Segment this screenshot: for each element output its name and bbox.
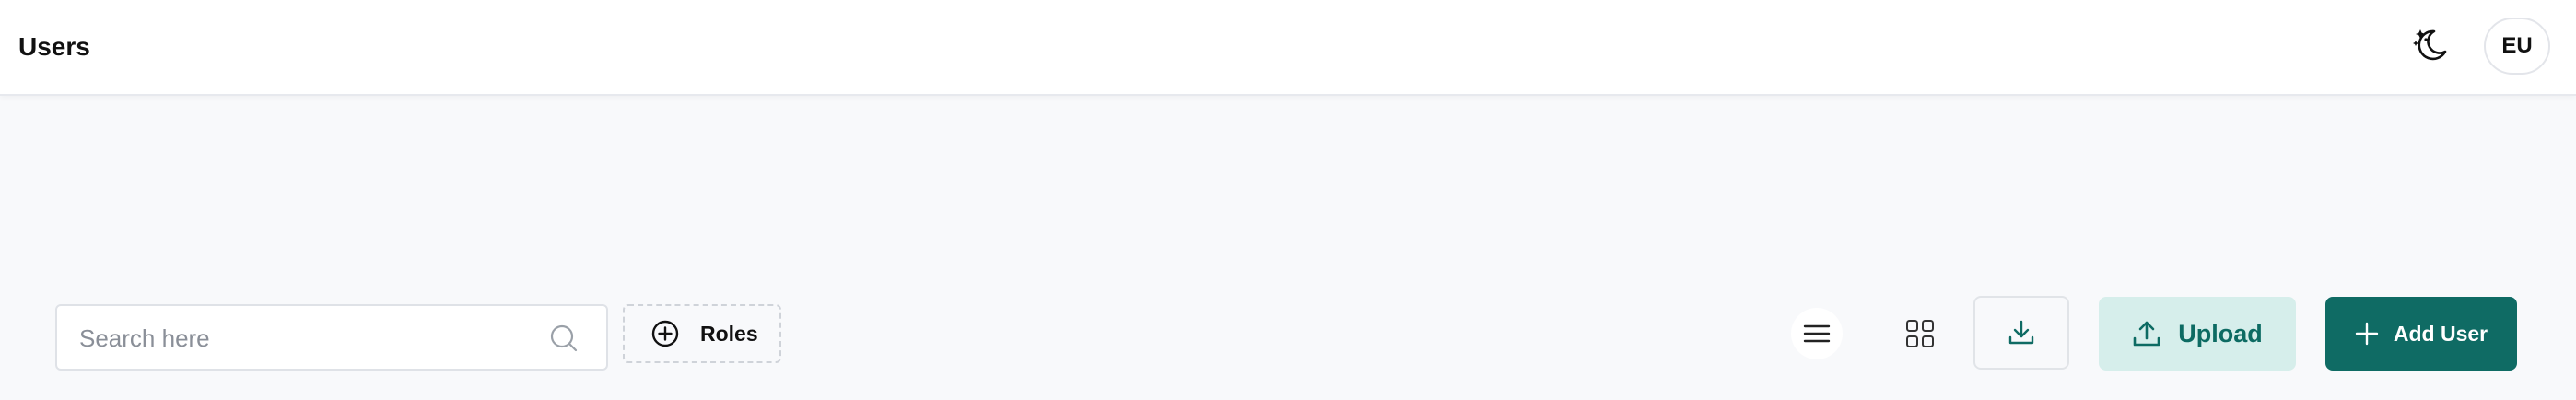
search-icon[interactable] bbox=[549, 324, 579, 353]
download-icon bbox=[2008, 320, 2034, 345]
upload-button[interactable]: Upload bbox=[2099, 297, 2296, 371]
grid-icon bbox=[1906, 320, 1934, 347]
top-header: Users EU bbox=[0, 0, 2576, 96]
add-user-button-label: Add User bbox=[2393, 321, 2488, 346]
download-button[interactable] bbox=[1973, 296, 2069, 370]
page-title: Users bbox=[18, 32, 90, 61]
grid-view-button[interactable] bbox=[1887, 304, 1953, 363]
plus-circle-icon bbox=[651, 320, 679, 347]
plus-icon bbox=[2355, 322, 2379, 346]
search-box bbox=[55, 304, 608, 371]
roles-button[interactable]: Roles bbox=[623, 304, 781, 363]
add-user-button[interactable]: Add User bbox=[2325, 297, 2517, 371]
upload-icon bbox=[2133, 321, 2160, 347]
list-view-background bbox=[1791, 308, 1843, 359]
user-avatar[interactable]: EU bbox=[2484, 18, 2550, 75]
upload-button-label: Upload bbox=[2178, 319, 2263, 347]
search-input[interactable] bbox=[77, 306, 560, 371]
moon-stars-icon bbox=[2413, 29, 2447, 61]
roles-button-label: Roles bbox=[700, 321, 758, 346]
theme-toggle-button[interactable] bbox=[2410, 24, 2451, 65]
list-view-button[interactable] bbox=[1784, 304, 1850, 363]
menu-lines-icon bbox=[1803, 324, 1831, 343]
